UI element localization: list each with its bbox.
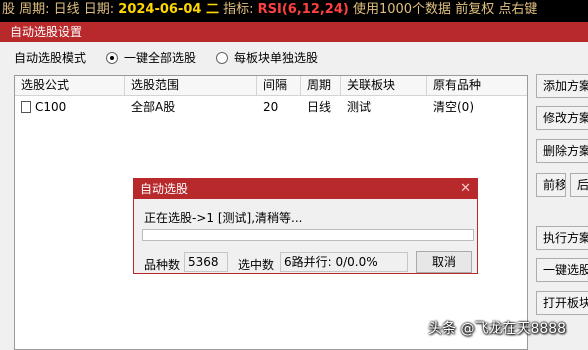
mode-label: 自动选股模式 [14, 51, 87, 65]
col-range[interactable]: 选股范围 [125, 76, 257, 96]
selected-label: 选中数 [238, 258, 275, 272]
radio-all-at-once[interactable] [106, 52, 118, 64]
status-indicator: RSI(6,12,24) [257, 2, 349, 17]
cell-formula: C100 [15, 97, 125, 117]
delete-scheme-button[interactable]: 删除方案 [536, 139, 588, 163]
status-suffix: 使用1000个数据 前复权 点右键 [348, 2, 538, 17]
dialog-title: 自动选股设置 [0, 22, 588, 42]
cancel-button[interactable]: 取消 [416, 251, 472, 273]
col-interval[interactable]: 间隔 [257, 76, 301, 96]
add-scheme-button[interactable]: 添加方案 [536, 74, 588, 98]
cell-formula-text: C100 [35, 100, 67, 114]
mode-row: 自动选股模式 一键全部选股 每板块单独选股 [0, 48, 530, 68]
move-down-button[interactable]: 后移 [570, 173, 588, 197]
progress-dialog: 自动选股 ✕ 正在选股->1 [测试],清稍等... 品种数 5368 选中数 … [133, 178, 478, 274]
col-period[interactable]: 周期 [301, 76, 341, 96]
status-date: 2024-06-04 二 [118, 2, 219, 17]
col-formula[interactable]: 选股公式 [15, 76, 125, 96]
count-label: 品种数 [144, 258, 181, 272]
radio-all-at-once-label[interactable]: 一键全部选股 [124, 48, 196, 68]
col-sector[interactable]: 关联板块 [341, 76, 427, 96]
selected-value: 6路并行: 0/0.0% [280, 252, 408, 272]
document-icon [21, 101, 31, 113]
progress-bar [142, 229, 474, 241]
cell-interval: 20 [263, 100, 279, 114]
col-original[interactable]: 原有品种 [427, 76, 527, 96]
move-up-button[interactable]: 前移 [536, 173, 566, 197]
status-prefix: 股 周期: 日线 日期: [2, 2, 119, 17]
close-icon[interactable]: ✕ [460, 179, 471, 199]
cell-range: 全部A股 [131, 100, 176, 114]
table-header: 选股公式 选股范围 间隔 周期 关联板块 原有品种 [15, 76, 527, 96]
table-row[interactable]: C100 全部A股 20 日线 测试 清空(0) [15, 97, 527, 117]
radio-per-sector[interactable] [216, 52, 228, 64]
one-click-screen-button[interactable]: 一键选股 [536, 258, 588, 282]
open-sector-button[interactable]: 打开板块 [536, 291, 588, 315]
run-scheme-button[interactable]: 执行方案 [536, 226, 588, 250]
chart-status-bar: 股 周期: 日线 日期: 2024-06-04 二 指标: RSI(6,12,2… [0, 0, 588, 22]
count-value: 5368 [184, 252, 228, 272]
edit-scheme-button[interactable]: 修改方案 [536, 106, 588, 130]
watermark: 头条 @飞龙在天8888 [428, 321, 567, 337]
progress-message: 正在选股->1 [测试],清稍等... [144, 211, 303, 225]
status-indicator-label: 指标: [218, 2, 258, 17]
radio-per-sector-label[interactable]: 每板块单独选股 [234, 48, 318, 68]
progress-dialog-title: 自动选股 [134, 179, 477, 199]
cell-period: 日线 [307, 100, 332, 114]
cell-sector: 测试 [347, 100, 372, 114]
cell-original: 清空(0) [433, 100, 474, 114]
